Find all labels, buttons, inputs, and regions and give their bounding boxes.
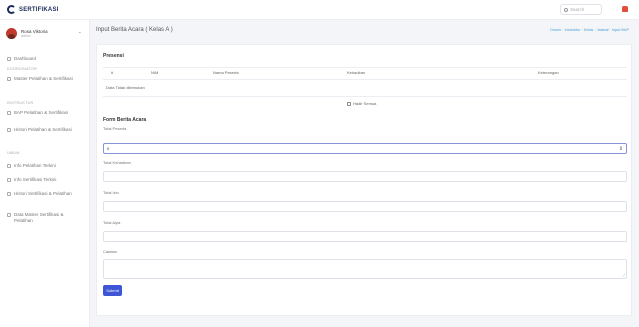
catatan-label: Catatan [103,249,118,254]
database-icon [7,213,11,217]
sidebar-item-info-sertifikasi[interactable]: Info Sertifikasi Terkini [7,177,81,183]
table-empty-message: Data Tidak ditemukan [106,85,145,90]
column-header-nama: Nama Peserta [213,70,239,75]
info-icon [7,164,11,168]
sidebar-item-label: Master Pelatihan & Sertifikasi [14,76,73,81]
sidebar-item-data-master[interactable]: Data Master Sertifikasi & Pelatihan [7,212,77,224]
sidebar: Rosa Viktoria admin ⌄ Dashboard KOORDINA… [0,20,90,327]
check-all[interactable]: Hadir Semua [347,101,376,106]
user-role: admin [21,33,31,38]
search-icon [564,7,568,12]
total-peserta-label: Total Peserta [103,126,127,131]
total-izin-label: Total Izin [103,190,119,195]
sidebar-item-label: Data Master Sertifikasi & Pelatihan [14,212,64,223]
user-profile[interactable]: Rosa Viktoria admin ⌄ [6,26,84,40]
sidebar-item-label: Dashboard [14,56,37,61]
main-content: Input Berita Acara ( Kelas A ) Dosen · I… [90,20,639,327]
history-icon [7,128,11,132]
total-peserta-value: 0 [107,146,110,151]
checklist-icon [7,111,11,115]
total-alpa-input[interactable] [103,231,627,242]
hadir-semua-label: Hadir Semua [353,101,377,106]
form-title: Form Berita Acara [103,117,147,123]
column-header-kehadiran: Kehadiran [347,70,366,75]
column-header-keterangan: Keterangan [538,70,559,75]
hadir-semua-checkbox[interactable] [347,101,351,106]
info-icon [7,178,11,182]
total-alpa-label: Total Alpa [103,220,121,225]
sidebar-header-koordinator: KOORDINATOR [7,67,38,71]
sidebar-item-info-pelatihan[interactable]: Info Pelatihan Terkini [7,163,81,169]
notification-bell-icon[interactable] [622,6,628,12]
catatan-textarea[interactable]: ⟋ [103,259,627,279]
column-header-number: # [111,70,114,75]
total-izin-input[interactable] [103,201,627,212]
sidebar-header-umum: UMUM [7,151,20,155]
submit-button[interactable]: Submit [103,285,122,296]
select-arrows-icon: ⇕ [618,146,623,152]
brand-logo-icon [7,5,16,14]
resize-handle-icon[interactable]: ⟋ [622,273,625,278]
sidebar-item-label: Histori Sertifikasi & Pelatihan [14,191,72,196]
sidebar-item-master-pelatihan[interactable]: Master Pelatihan & Sertifikasi [7,76,77,82]
total-kehadiran-input[interactable] [103,171,627,182]
breadcrumb[interactable]: Dosen · Instruktur · Kelas · Jadwal · In… [550,28,629,32]
avatar [6,27,17,39]
sidebar-item-label: Info Pelatihan Terkini [14,163,56,168]
page-title: Input Berita Acara ( Kelas A ) [96,27,173,33]
table-divider [103,96,627,97]
total-peserta-select[interactable]: 0 ⇕ [103,143,627,154]
sidebar-item-histori-sertifikasi[interactable]: Histori Sertifikasi & Pelatihan [7,191,77,197]
document-icon [7,77,11,81]
sidebar-header-instruktur: INSTRUKTUR [7,101,34,105]
brand-name: SERTIFIKASI [19,6,59,13]
total-kehadiran-label: Total Kehadiran [103,160,131,165]
top-bar: SERTIFIKASI Search [0,0,639,20]
sidebar-item-label: Histori Pelatihan & Sertifikasi [14,127,72,132]
sidebar-item-bap-pelatihan[interactable]: BAP Pelatihan & Sertifikasi [7,110,77,116]
table-divider [103,67,627,68]
sidebar-item-dashboard[interactable]: Dashboard [7,56,36,62]
search-input[interactable]: Search [560,4,602,15]
table-divider [103,79,627,80]
bap-card: Presensi # NIM Nama Peserta Kehadiran Ke… [96,44,632,316]
sidebar-item-label: BAP Pelatihan & Sertifikasi [14,110,68,115]
search-placeholder: Search [570,7,585,12]
column-header-nim: NIM [151,70,159,75]
history-icon [7,192,11,196]
presensi-title: Presensi [103,53,124,59]
chevron-down-icon[interactable]: ⌄ [78,29,82,35]
sidebar-item-histori-pelatihan[interactable]: Histori Pelatihan & Sertifikasi [7,127,77,133]
brand[interactable]: SERTIFIKASI [0,5,90,14]
sidebar-item-label: Info Sertifikasi Terkini [14,177,57,182]
home-icon [7,57,11,61]
